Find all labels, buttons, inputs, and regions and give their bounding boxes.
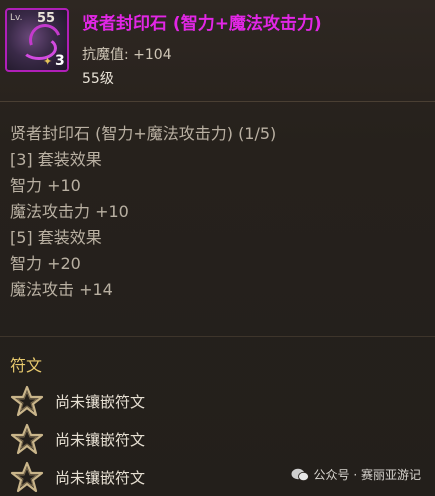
rune-slot[interactable]: 尚未镶嵌符文: [10, 461, 146, 493]
set-name: 贤者封印石 (智力+魔法攻击力) (1/5): [10, 124, 277, 143]
set-bonus-line: 魔法攻击力 +10: [10, 202, 129, 221]
rune-star-icon: [10, 461, 44, 493]
set-bonus-line: 魔法攻击 +14: [10, 280, 113, 299]
rune-slot-label: 尚未镶嵌符文: [55, 430, 146, 449]
star-count: 3: [55, 53, 65, 69]
watermark-text: 公众号 · 赛丽亚游记: [313, 468, 421, 482]
wechat-icon: [291, 468, 309, 481]
rune-slot[interactable]: 尚未镶嵌符文: [10, 385, 146, 417]
rune-slot[interactable]: 尚未镶嵌符文: [10, 423, 146, 455]
resist-stat: 抗魔值: +104: [82, 47, 172, 63]
rune-star-icon: [10, 423, 44, 455]
level-value: 55: [37, 11, 56, 26]
rune-section-title: 符文: [10, 356, 43, 375]
item-icon[interactable]: Lv. 55 ✦ 3: [5, 8, 69, 72]
set-bonus-line: 智力 +10: [10, 176, 81, 195]
star-icon: ✦: [43, 55, 53, 68]
level-label: Lv.: [10, 13, 23, 23]
set-bonus-list: 贤者封印石 (智力+魔法攻击力) (1/5) [3] 套装效果 智力 +10 魔…: [10, 121, 276, 303]
watermark: 公众号 · 赛丽亚游记: [291, 466, 421, 483]
set-tier-5-header: [5] 套装效果: [10, 228, 102, 247]
rune-slot-label: 尚未镶嵌符文: [55, 468, 146, 487]
rune-slot-label: 尚未镶嵌符文: [55, 392, 146, 411]
set-tier-3-header: [3] 套装效果: [10, 150, 102, 169]
item-title: 贤者封印石 (智力+魔法攻击力): [82, 14, 322, 34]
item-header: Lv. 55 ✦ 3 贤者封印石 (智力+魔法攻击力) 抗魔值: +104 55…: [0, 0, 435, 102]
set-bonus-line: 智力 +20: [10, 254, 81, 273]
required-level: 55级: [82, 71, 114, 87]
divider: [0, 336, 435, 337]
rune-star-icon: [10, 385, 44, 417]
item-tooltip-panel: Lv. 55 ✦ 3 贤者封印石 (智力+魔法攻击力) 抗魔值: +104 55…: [0, 0, 435, 496]
